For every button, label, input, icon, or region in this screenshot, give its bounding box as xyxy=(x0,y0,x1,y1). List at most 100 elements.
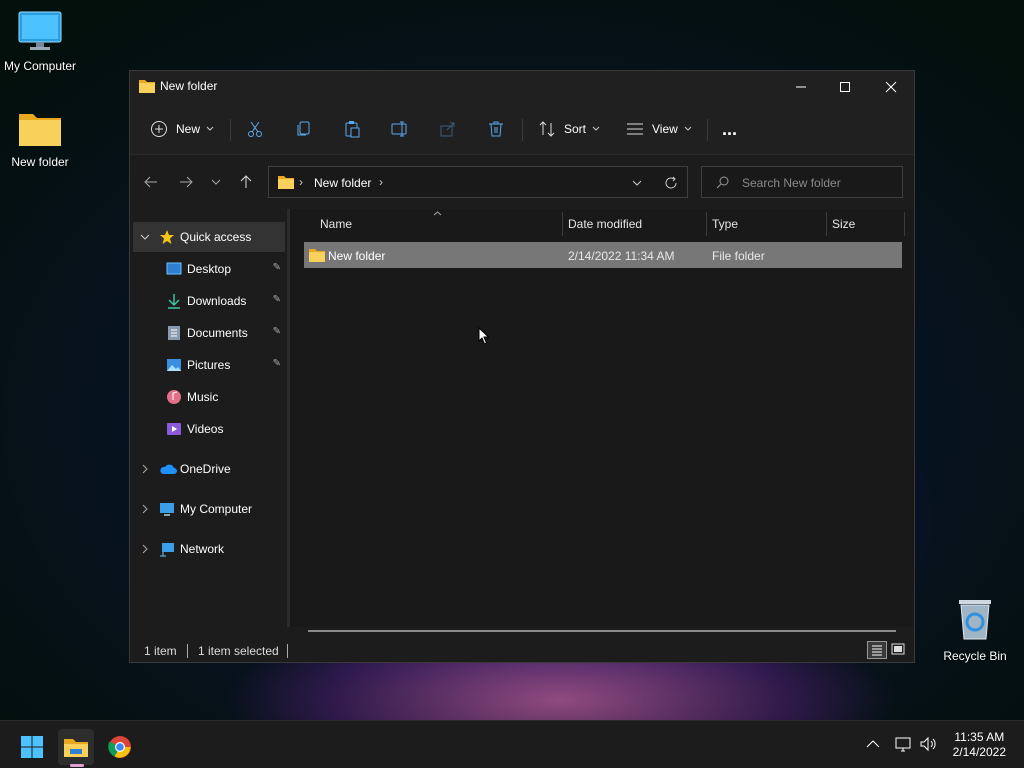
address-path[interactable]: New folder xyxy=(314,176,371,190)
toolbar-divider xyxy=(522,119,523,141)
column-header-name[interactable]: Name xyxy=(320,209,352,239)
column-header-date-modified[interactable]: Date modified xyxy=(568,209,642,239)
start-button[interactable] xyxy=(14,729,50,765)
desktop-icon-recycle-bin[interactable]: Recycle Bin xyxy=(935,596,1015,663)
tiles-view-toggle[interactable] xyxy=(890,641,908,659)
trash-icon xyxy=(489,121,503,137)
desktop-icon-my-computer[interactable]: My Computer xyxy=(0,10,80,73)
column-header-label: Date modified xyxy=(568,217,643,231)
chevron-down-icon[interactable] xyxy=(140,234,150,240)
chevron-down-icon xyxy=(206,126,214,131)
taskbar: 11:35 AM 2/14/2022 xyxy=(0,720,1024,768)
item-count: 1 item xyxy=(144,644,177,658)
chevron-right-icon[interactable] xyxy=(142,504,148,514)
network-status-icon xyxy=(895,737,911,752)
music-icon xyxy=(167,390,181,404)
toolbar-divider xyxy=(707,119,708,141)
windows-logo-icon xyxy=(21,736,43,758)
close-button[interactable] xyxy=(868,71,914,103)
delete-button[interactable] xyxy=(487,113,505,145)
folder-icon xyxy=(139,80,155,93)
copy-icon xyxy=(297,121,310,136)
new-button[interactable]: New xyxy=(150,113,214,145)
chevron-right-icon: › xyxy=(379,175,383,189)
column-header-size[interactable]: Size xyxy=(832,209,855,239)
column-header-type[interactable]: Type xyxy=(712,209,738,239)
chevron-right-icon[interactable] xyxy=(142,544,148,554)
paste-button[interactable] xyxy=(343,113,361,145)
column-divider[interactable] xyxy=(826,212,827,236)
search-placeholder[interactable]: Search New folder xyxy=(742,176,841,190)
file-explorer-window: New folder New Sort View ... › New folde… xyxy=(129,70,915,663)
sidebar-item-label: My Computer xyxy=(180,502,253,516)
row-name[interactable]: New folder xyxy=(328,249,385,263)
desktop-icon-new-folder[interactable]: New folder xyxy=(0,108,80,169)
copy-button[interactable] xyxy=(295,113,313,145)
download-icon xyxy=(168,294,180,309)
column-divider[interactable] xyxy=(904,212,905,236)
sidebar-item-my-computer[interactable]: My Computer xyxy=(133,494,285,524)
maximize-icon xyxy=(840,82,850,92)
taskbar-chrome[interactable] xyxy=(102,729,138,765)
column-divider[interactable] xyxy=(706,212,707,236)
maximize-button[interactable] xyxy=(822,71,868,103)
sidebar-item-onedrive[interactable]: OneDrive xyxy=(133,454,285,484)
forward-button[interactable] xyxy=(173,171,199,193)
chrome-icon xyxy=(108,736,131,758)
toolbar-divider xyxy=(230,119,231,141)
address-bar[interactable]: › New folder › xyxy=(268,166,688,198)
volume-button[interactable] xyxy=(920,736,938,755)
tiles-view-icon xyxy=(891,643,905,655)
clock-time: 11:35 AM xyxy=(954,730,1005,744)
sidebar-item-network[interactable]: Network xyxy=(133,534,285,564)
horizontal-scrollbar[interactable] xyxy=(308,630,896,632)
more-options-button[interactable]: ... xyxy=(722,113,737,145)
column-divider[interactable] xyxy=(562,212,563,236)
taskbar-file-explorer[interactable] xyxy=(58,729,94,767)
table-row[interactable]: New folder 2/14/2022 11:34 AM File folde… xyxy=(304,242,902,268)
sidebar-item-pictures[interactable]: Pictures ✎ xyxy=(133,350,285,380)
sidebar-item-label: Documents xyxy=(187,326,248,340)
navigation-pane: Quick access Desktop ✎ Downloads ✎ Docum… xyxy=(130,209,288,627)
network-icon xyxy=(160,542,174,556)
sidebar-item-downloads[interactable]: Downloads ✎ xyxy=(133,286,285,316)
rename-icon xyxy=(391,121,407,137)
search-icon xyxy=(716,176,729,189)
chevron-right-icon[interactable] xyxy=(142,464,148,474)
sidebar-item-desktop[interactable]: Desktop ✎ xyxy=(133,254,285,284)
system-clock[interactable]: 11:35 AM 2/14/2022 xyxy=(953,730,1006,760)
sidebar-item-label: Music xyxy=(187,390,219,404)
sort-icon xyxy=(539,121,555,137)
view-list-icon xyxy=(627,123,643,135)
sidebar-item-documents[interactable]: Documents ✎ xyxy=(133,318,285,348)
network-status-button[interactable] xyxy=(895,736,911,755)
sort-button[interactable]: Sort xyxy=(538,113,600,145)
recent-locations-button[interactable] xyxy=(203,171,229,193)
share-icon xyxy=(440,122,455,137)
rename-button[interactable] xyxy=(391,113,409,145)
title-bar[interactable]: New folder xyxy=(130,71,914,103)
sidebar-item-label: Quick access xyxy=(180,230,252,244)
search-box[interactable]: Search New folder xyxy=(701,166,903,198)
up-button[interactable] xyxy=(233,171,259,193)
chevron-down-icon xyxy=(684,126,692,131)
view-button[interactable]: View xyxy=(626,113,692,145)
arrow-left-icon xyxy=(144,176,157,188)
sidebar-item-music[interactable]: Music xyxy=(133,382,285,412)
sort-ascending-icon xyxy=(433,211,442,216)
refresh-icon[interactable] xyxy=(664,176,678,190)
sidebar-item-quick-access[interactable]: Quick access xyxy=(133,222,285,252)
show-hidden-icons-button[interactable] xyxy=(866,737,880,751)
column-header-label: Name xyxy=(320,217,353,231)
folder-icon xyxy=(309,249,325,262)
chevron-down-icon[interactable] xyxy=(632,180,642,186)
sidebar-item-videos[interactable]: Videos xyxy=(133,414,285,444)
share-button[interactable] xyxy=(439,113,457,145)
back-button[interactable] xyxy=(138,171,164,193)
selection-count: 1 item selected xyxy=(198,644,279,658)
cut-button[interactable] xyxy=(246,113,264,145)
pin-icon: ✎ xyxy=(272,326,281,337)
minimize-button[interactable] xyxy=(778,71,824,103)
arrow-right-icon xyxy=(180,176,193,188)
details-view-toggle[interactable] xyxy=(867,641,887,659)
